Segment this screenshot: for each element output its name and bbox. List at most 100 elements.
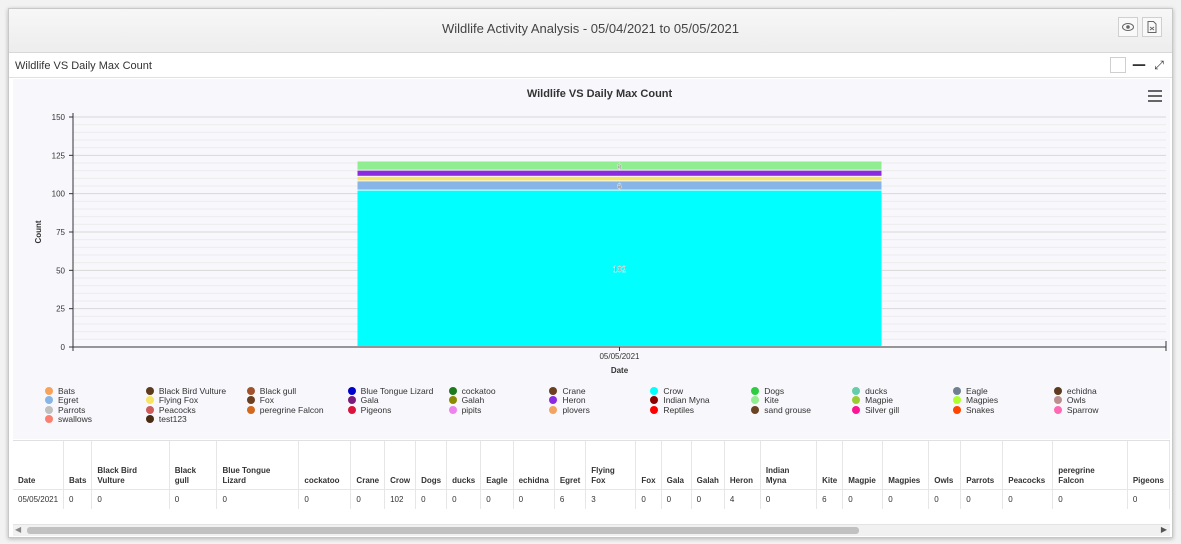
column-header[interactable]: Gala xyxy=(661,441,692,489)
column-header[interactable]: Fox xyxy=(635,441,662,489)
table-cell: 0 xyxy=(842,488,884,509)
legend-label: Reptiles xyxy=(663,404,695,415)
column-header[interactable]: Dogs xyxy=(415,441,448,489)
legend-item[interactable]: Heron xyxy=(549,395,650,406)
legend-item[interactable]: Owls xyxy=(1053,395,1155,405)
legend-item[interactable]: Magpie xyxy=(852,395,953,405)
legend-item[interactable]: plovers xyxy=(549,405,650,415)
column-header[interactable]: Parrots xyxy=(960,441,1004,489)
table-body: 05/05/2021 0 0 0 0 0 0 102 0 0 0 0 6 3 0 0 0 4 0 6 0 0 0 0 0 0 0 xyxy=(13,488,1170,509)
legend-item[interactable]: Egret xyxy=(45,395,146,405)
legend-item[interactable]: Crane xyxy=(549,386,650,396)
legend-item[interactable]: pipits xyxy=(448,405,550,415)
chart-menu-icon[interactable] xyxy=(1146,87,1164,103)
column-header[interactable]: Indian Myna xyxy=(760,441,818,489)
legend-item[interactable]: sand grouse xyxy=(751,405,852,415)
table-cell: 0 xyxy=(1002,488,1054,509)
legend-item[interactable]: Fox xyxy=(246,395,348,405)
legend-item[interactable]: cockatoo xyxy=(448,386,550,396)
minimize-icon[interactable]: — xyxy=(1132,57,1146,73)
scroll-left-icon[interactable]: ◀ xyxy=(15,525,21,534)
legend-label: ducks xyxy=(865,385,888,396)
legend-item[interactable]: Gala xyxy=(347,395,449,405)
table-cell: 0 xyxy=(513,488,555,509)
column-header[interactable]: Magpies xyxy=(882,441,930,489)
legend-item[interactable]: swallows xyxy=(45,414,146,424)
legend-label: echidna xyxy=(1066,385,1097,396)
column-header[interactable]: Crane xyxy=(350,441,386,489)
legend-marker xyxy=(852,396,861,405)
column-header[interactable]: Bats xyxy=(63,441,93,489)
eye-icon[interactable] xyxy=(1118,17,1138,37)
legend-marker xyxy=(347,396,356,405)
legend-item[interactable]: Magpies xyxy=(953,395,1054,405)
data-label: 6 xyxy=(617,182,622,191)
scrollbar-thumb[interactable] xyxy=(27,527,859,534)
legend-item[interactable]: Kite xyxy=(751,395,852,405)
column-header[interactable]: Eagle xyxy=(480,441,514,489)
legend-item[interactable]: Blue Tongue Lizard xyxy=(347,386,449,396)
legend-label: Peacocks xyxy=(158,404,196,415)
column-header[interactable]: peregrine Falcon xyxy=(1052,441,1128,489)
legend-item[interactable]: Pigeons xyxy=(347,405,449,415)
column-header[interactable]: echidna xyxy=(513,441,555,489)
column-header[interactable]: Egret xyxy=(554,441,587,489)
data-table: Date Bats Black Bird Vulture Black gull Blue… xyxy=(13,441,1170,509)
legend-item[interactable]: Crow xyxy=(650,386,751,396)
y-tick-label: 150 xyxy=(52,113,66,122)
legend-marker xyxy=(45,415,53,424)
legend-marker xyxy=(448,405,457,414)
legend-item[interactable]: Peacocks xyxy=(145,404,247,415)
column-header[interactable]: Galah xyxy=(691,441,725,489)
table-cell: 0 xyxy=(350,488,386,509)
legend-label: Eagle xyxy=(966,385,988,396)
legend-item[interactable]: Eagle xyxy=(953,386,1054,396)
legend-item[interactable]: Black Bird Vulture xyxy=(145,386,247,396)
legend-item[interactable]: ducks xyxy=(852,386,953,396)
legend-item[interactable]: test123 xyxy=(145,414,247,424)
legend-item[interactable]: Dogs xyxy=(751,386,852,396)
column-header[interactable]: Crow xyxy=(384,441,417,489)
column-header[interactable]: Date xyxy=(13,441,65,489)
legend-item[interactable]: Galah xyxy=(448,395,550,406)
legend-item[interactable]: Flying Fox xyxy=(145,395,247,405)
column-header[interactable]: Black Bird Vulture xyxy=(91,441,170,489)
scroll-right-icon[interactable]: ▶ xyxy=(1161,525,1167,534)
table-cell: 0 xyxy=(635,488,662,509)
legend-item[interactable]: Bats xyxy=(45,386,146,396)
table-cell: 0 xyxy=(661,488,692,509)
legend-item[interactable]: Indian Myna xyxy=(650,395,751,405)
column-header[interactable]: Owls xyxy=(928,441,962,489)
legend-item[interactable]: Silver gill xyxy=(852,405,953,415)
legend-item[interactable]: peregrine Falcon xyxy=(246,405,348,415)
column-header[interactable]: Pigeons xyxy=(1127,441,1170,489)
legend-item[interactable]: Reptiles xyxy=(650,405,751,415)
document-icon[interactable] xyxy=(1142,17,1162,37)
column-header[interactable]: Magpie xyxy=(842,441,884,489)
panel-checkbox[interactable] xyxy=(1110,57,1126,73)
table-cell: 0 xyxy=(298,488,352,509)
legend-marker xyxy=(246,405,255,414)
legend-label: Snakes xyxy=(966,404,995,415)
column-header[interactable]: Flying Fox xyxy=(585,441,637,489)
column-header[interactable]: Kite xyxy=(816,441,844,489)
legend-label: sand grouse xyxy=(764,404,812,415)
column-header[interactable]: cockatoo xyxy=(298,441,352,489)
column-header[interactable]: Peacocks xyxy=(1002,441,1054,489)
legend-item[interactable]: Black gull xyxy=(246,386,348,396)
legend-marker xyxy=(448,396,457,405)
legend-label: Galah xyxy=(461,395,485,406)
legend-marker xyxy=(650,405,659,414)
legend-item[interactable]: Parrots xyxy=(45,405,146,415)
horizontal-scrollbar[interactable]: ◀ ▶ xyxy=(13,524,1170,536)
legend-item[interactable]: Sparrow xyxy=(1053,405,1155,415)
column-header[interactable]: ducks xyxy=(446,441,482,489)
legend-item[interactable]: Snakes xyxy=(953,405,1054,415)
legend-item[interactable]: echidna xyxy=(1053,385,1155,396)
legend-label: Bats xyxy=(58,385,76,396)
column-header[interactable]: Blue Tongue Lizard xyxy=(216,441,300,489)
legend-label: Heron xyxy=(562,395,586,406)
column-header[interactable]: Black gull xyxy=(169,441,218,489)
column-header[interactable]: Heron xyxy=(724,441,761,489)
expand-icon[interactable]: ⤢ xyxy=(1152,57,1166,73)
